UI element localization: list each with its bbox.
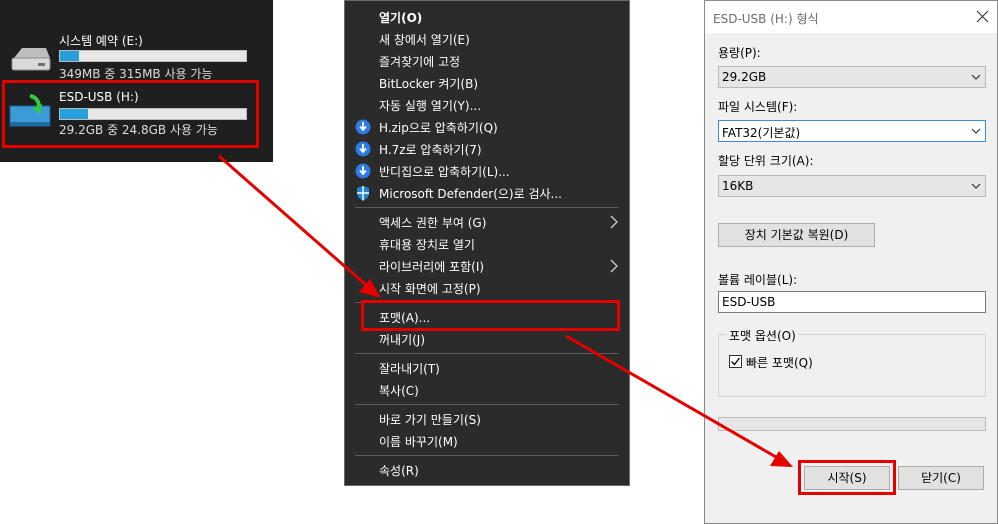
- menu-item-label: 열기(O): [379, 11, 423, 25]
- menu-item-portable-device[interactable]: 휴대용 장치로 열기: [345, 233, 629, 255]
- dialog-title-bar: ESD-USB (H:) 형식: [705, 1, 997, 33]
- menu-item-properties[interactable]: 속성(R): [345, 459, 629, 481]
- menu-item-give-access[interactable]: 액세스 권한 부여 (G): [345, 211, 629, 233]
- menu-separator: [355, 404, 619, 405]
- chevron-right-icon: [610, 215, 618, 229]
- drive-usage-fill: [60, 51, 79, 61]
- format-dialog: ESD-USB (H:) 형식 용량(P): 29.2GB 파일 시스템(F):…: [704, 0, 998, 524]
- menu-separator: [355, 455, 619, 456]
- drive-usage-bar: [59, 50, 247, 62]
- chevron-right-icon: [610, 259, 618, 273]
- menu-item-label: 라이브러리에 포함(I): [379, 260, 485, 274]
- menu-item-label: 잘라내기(T): [379, 362, 440, 376]
- capacity-label: 용량(P):: [718, 46, 761, 60]
- drive-name: 시스템 예약 (E:): [59, 34, 143, 48]
- bandizip-icon: [355, 163, 371, 179]
- allocation-select[interactable]: 16KB: [718, 175, 986, 197]
- hard-drive-icon: [11, 48, 51, 71]
- dialog-title: ESD-USB (H:) 형식: [713, 12, 819, 26]
- menu-item-zip[interactable]: H.zip으로 압축하기(Q): [345, 116, 629, 138]
- menu-item-eject[interactable]: 꺼내기(J): [345, 328, 629, 350]
- drive-item-system-reserved[interactable]: 시스템 예약 (E:) 349MB 중 315MB 사용 가능: [0, 28, 273, 88]
- menu-item-open-new-window[interactable]: 새 창에서 열기(E): [345, 28, 629, 50]
- close-button[interactable]: 닫기(C): [898, 466, 984, 490]
- menu-item-label: Microsoft Defender(으)로 검사...: [379, 187, 562, 201]
- menu-item-label: 이름 바꾸기(M): [379, 435, 458, 449]
- capacity-select[interactable]: 29.2GB: [718, 66, 986, 88]
- menu-item-label: H.7z로 압축하기(7): [379, 143, 482, 157]
- checkmark-icon: [731, 357, 741, 366]
- chevron-down-icon: [971, 183, 981, 189]
- format-options-label: 포맷 옵션(O): [727, 327, 798, 344]
- close-icon[interactable]: [976, 10, 989, 23]
- menu-item-label: 속성(R): [379, 464, 419, 478]
- menu-item-label: 즐겨찾기에 고정: [379, 55, 461, 69]
- menu-item-copy[interactable]: 복사(C): [345, 379, 629, 401]
- menu-item-label: H.zip으로 압축하기(Q): [379, 121, 498, 135]
- highlight-box-format: [361, 300, 620, 331]
- menu-separator: [355, 207, 619, 208]
- menu-separator: [355, 353, 619, 354]
- menu-item-label: BitLocker 켜기(B): [379, 77, 479, 91]
- filesystem-select[interactable]: FAT32(기본값): [718, 120, 986, 142]
- context-menu: 열기(O) 새 창에서 열기(E) 즐겨찾기에 고정 BitLocker 켜기(…: [344, 0, 630, 486]
- menu-item-cut[interactable]: 잘라내기(T): [345, 357, 629, 379]
- menu-item-defender-scan[interactable]: Microsoft Defender(으)로 검사...: [345, 182, 629, 204]
- menu-item-bandizip[interactable]: 반디집으로 압축하기(L)...: [345, 160, 629, 182]
- highlight-box-drive: [2, 80, 259, 148]
- menu-item-label: 시작 화면에 고정(P): [379, 282, 481, 296]
- chevron-down-icon: [971, 74, 981, 80]
- menu-item-open[interactable]: 열기(O): [345, 6, 629, 28]
- menu-item-label: 꺼내기(J): [379, 333, 426, 347]
- volume-label-label: 볼륨 레이블(L):: [718, 273, 798, 287]
- defender-shield-icon: [357, 186, 369, 201]
- allocation-label: 할당 단위 크기(A):: [718, 154, 814, 168]
- restore-defaults-button[interactable]: 장치 기본값 복원(D): [718, 223, 875, 247]
- bandizip-icon: [355, 119, 371, 135]
- format-options-group: 포맷 옵션(O) 빠른 포맷(Q): [718, 327, 986, 397]
- volume-label-input[interactable]: [719, 292, 975, 312]
- menu-item-label: 자동 실행 열기(Y)...: [379, 99, 482, 113]
- menu-item-bitlocker[interactable]: BitLocker 켜기(B): [345, 72, 629, 94]
- drives-panel: 시스템 예약 (E:) 349MB 중 315MB 사용 가능 ESD-USB …: [0, 0, 273, 162]
- menu-item-autoplay[interactable]: 자동 실행 열기(Y)...: [345, 94, 629, 116]
- menu-item-7z[interactable]: H.7z로 압축하기(7): [345, 138, 629, 160]
- capacity-value: 29.2GB: [722, 70, 767, 84]
- volume-label-field[interactable]: [718, 291, 986, 313]
- menu-item-label: 반디집으로 압축하기(L)...: [379, 165, 510, 179]
- filesystem-value: FAT32(기본값): [722, 126, 801, 140]
- quick-format-label: 빠른 포맷(Q): [746, 356, 813, 370]
- allocation-value: 16KB: [722, 179, 754, 193]
- format-progress-bar: [718, 417, 986, 431]
- menu-item-label: 바로 가기 만들기(S): [379, 413, 481, 427]
- quick-format-checkbox[interactable]: [729, 355, 742, 368]
- menu-item-rename[interactable]: 이름 바꾸기(M): [345, 430, 629, 452]
- menu-item-label: 복사(C): [379, 384, 419, 398]
- menu-item-include-library[interactable]: 라이브러리에 포함(I): [345, 255, 629, 277]
- highlight-box-start: [798, 460, 896, 495]
- filesystem-label: 파일 시스템(F):: [718, 100, 798, 114]
- menu-item-label: 액세스 권한 부여 (G): [379, 216, 487, 230]
- menu-item-label: 휴대용 장치로 열기: [379, 238, 475, 252]
- menu-item-pin-start[interactable]: 시작 화면에 고정(P): [345, 277, 629, 299]
- menu-item-create-shortcut[interactable]: 바로 가기 만들기(S): [345, 408, 629, 430]
- bandizip-icon: [355, 141, 371, 157]
- chevron-down-icon: [971, 128, 981, 134]
- menu-item-pin-quick-access[interactable]: 즐겨찾기에 고정: [345, 50, 629, 72]
- menu-item-label: 새 창에서 열기(E): [379, 33, 470, 47]
